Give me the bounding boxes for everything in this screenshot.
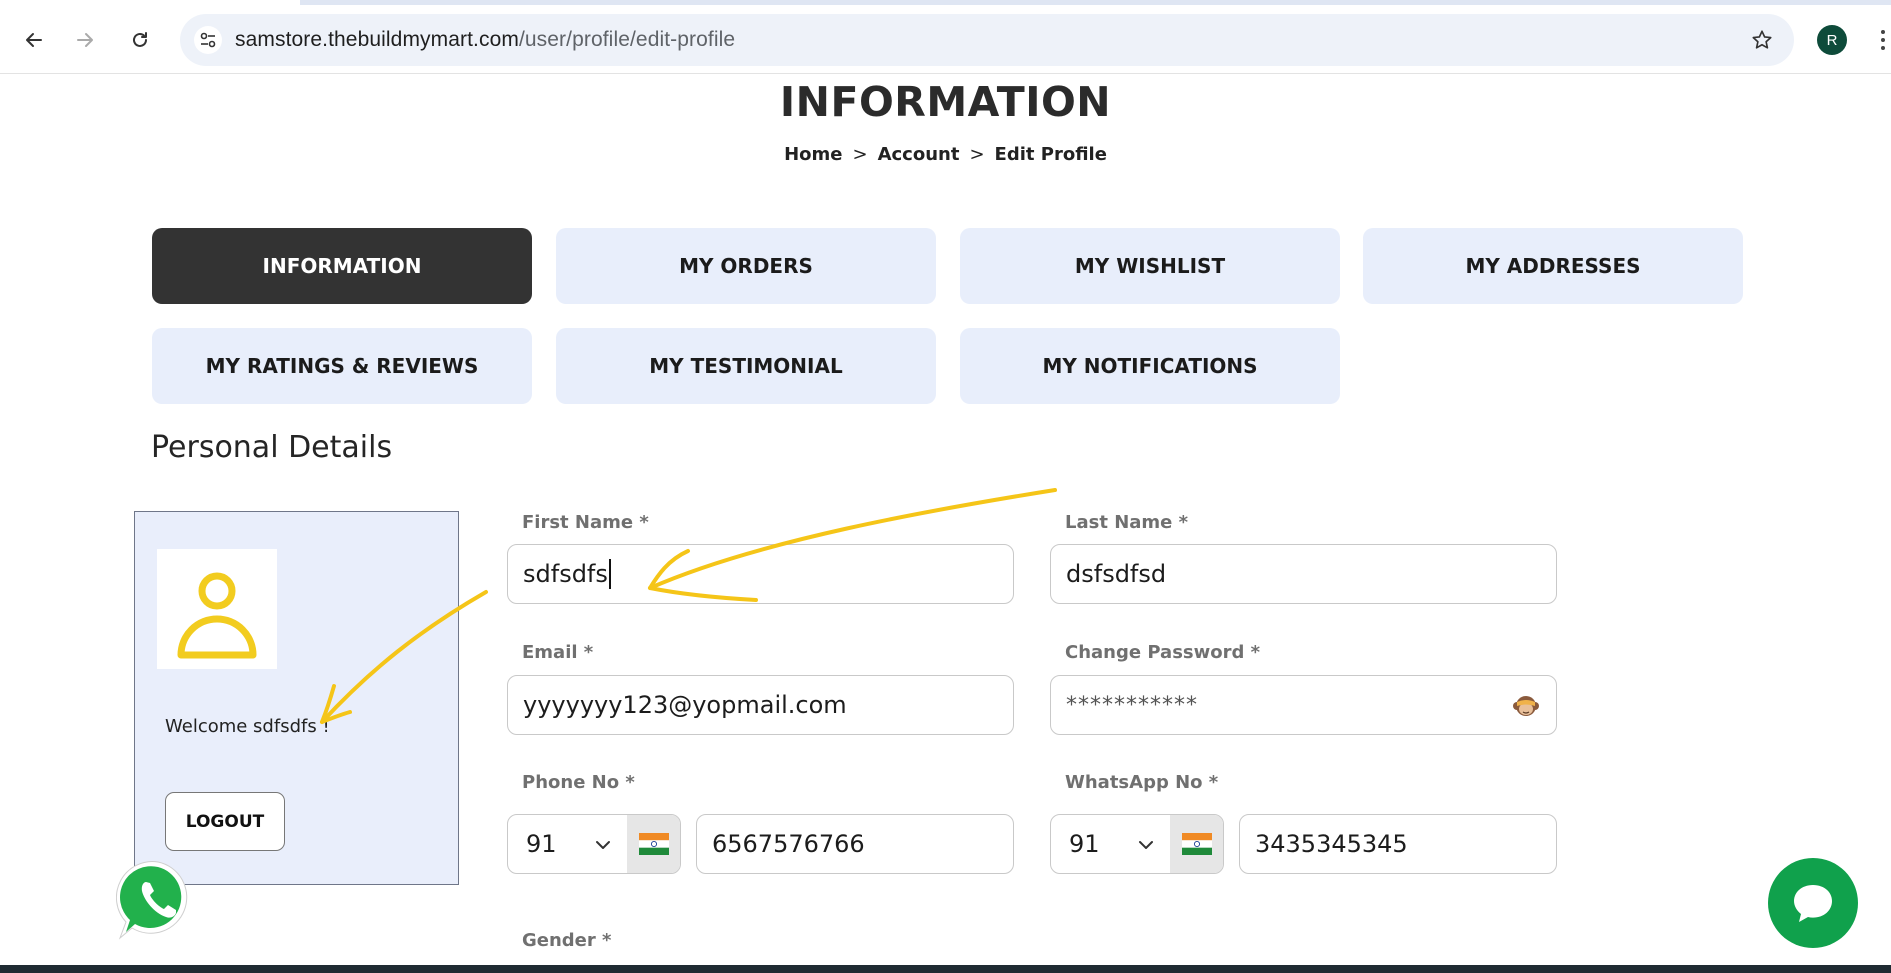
url-host: samstore.thebuildmymart.com xyxy=(235,28,519,51)
change-password-field[interactable]: *********** xyxy=(1050,675,1557,735)
tab-information[interactable]: INFORMATION xyxy=(152,228,532,304)
whatsapp-country-code: 91 xyxy=(1069,830,1100,858)
whatsapp-label: WhatsApp No * xyxy=(1065,772,1219,793)
address-bar[interactable]: samstore.thebuildmymart.com/user/profile… xyxy=(180,14,1794,66)
last-name-field[interactable]: dsfsdfsd xyxy=(1050,544,1557,604)
forward-arrow-icon[interactable] xyxy=(67,22,103,58)
chat-icon xyxy=(1794,885,1832,922)
phone-country-code: 91 xyxy=(526,830,557,858)
url-text[interactable]: samstore.thebuildmymart.com/user/profile… xyxy=(235,28,735,52)
section-title: Personal Details xyxy=(151,430,393,465)
password-value: *********** xyxy=(1066,692,1198,718)
url-path: /user/profile/edit-profile xyxy=(518,28,736,51)
breadcrumb: Home > Account > Edit Profile xyxy=(0,144,1891,165)
browser-menu-icon[interactable] xyxy=(1876,25,1890,55)
monkey-eye-icon[interactable] xyxy=(1512,692,1540,720)
last-name-label: Last Name * xyxy=(1065,512,1189,533)
site-settings-icon[interactable] xyxy=(194,26,222,54)
phone-label: Phone No * xyxy=(522,772,635,793)
whatsapp-number-value: 3435345345 xyxy=(1255,830,1408,858)
breadcrumb-separator: > xyxy=(852,144,868,165)
chevron-down-icon xyxy=(596,841,610,849)
last-name-value: dsfsdfsd xyxy=(1066,560,1167,588)
email-label: Email * xyxy=(522,642,594,663)
breadcrumb-account[interactable]: Account xyxy=(878,144,960,165)
page-title: INFORMATION xyxy=(779,78,1112,126)
email-value: yyyyyyy123@yopmail.com xyxy=(523,691,847,719)
back-arrow-icon[interactable] xyxy=(16,22,52,58)
taskbar-edge xyxy=(0,965,1891,973)
first-name-value: sdfsdfs xyxy=(523,560,608,588)
breadcrumb-home[interactable]: Home xyxy=(784,144,842,165)
gender-label: Gender * xyxy=(522,930,612,951)
breadcrumb-current: Edit Profile xyxy=(994,144,1107,165)
whatsapp-icon[interactable] xyxy=(116,858,200,942)
welcome-text: Welcome sdfsdfs ! xyxy=(165,716,330,737)
chevron-down-icon xyxy=(1139,841,1153,849)
chat-button[interactable] xyxy=(1768,858,1858,948)
change-password-label: Change Password * xyxy=(1065,642,1261,663)
india-flag-icon xyxy=(627,815,680,873)
star-icon[interactable] xyxy=(1748,26,1776,54)
first-name-field[interactable]: sdfsdfs xyxy=(507,544,1014,604)
phone-number-value: 6567576766 xyxy=(712,830,865,858)
active-browser-tab[interactable] xyxy=(0,0,300,5)
reload-icon[interactable] xyxy=(122,22,158,58)
tab-strip xyxy=(0,0,1891,5)
whatsapp-country-code-select[interactable]: 91 xyxy=(1050,814,1224,874)
logout-button[interactable]: LOGOUT xyxy=(165,792,285,851)
user-avatar-icon xyxy=(177,572,257,659)
tab-my-notifications[interactable]: MY NOTIFICATIONS xyxy=(960,328,1340,404)
phone-number-field[interactable]: 6567576766 xyxy=(696,814,1014,874)
tab-my-testimonial[interactable]: MY TESTIMONIAL xyxy=(556,328,936,404)
avatar[interactable] xyxy=(157,549,277,669)
profile-card: Welcome sdfsdfs ! LOGOUT xyxy=(134,511,459,885)
first-name-label: First Name * xyxy=(522,512,649,533)
email-field[interactable]: yyyyyyy123@yopmail.com xyxy=(507,675,1014,735)
browser-chrome: samstore.thebuildmymart.com/user/profile… xyxy=(0,0,1891,74)
phone-country-code-select[interactable]: 91 xyxy=(507,814,681,874)
tab-my-addresses[interactable]: MY ADDRESSES xyxy=(1363,228,1743,304)
tab-my-orders[interactable]: MY ORDERS xyxy=(556,228,936,304)
text-cursor xyxy=(608,559,611,589)
browser-profile-avatar[interactable]: R xyxy=(1817,25,1847,55)
tab-my-wishlist[interactable]: MY WISHLIST xyxy=(960,228,1340,304)
india-flag-icon xyxy=(1170,815,1223,873)
whatsapp-number-field[interactable]: 3435345345 xyxy=(1239,814,1557,874)
tab-my-ratings-reviews[interactable]: MY RATINGS & REVIEWS xyxy=(152,328,532,404)
breadcrumb-separator: > xyxy=(969,144,985,165)
